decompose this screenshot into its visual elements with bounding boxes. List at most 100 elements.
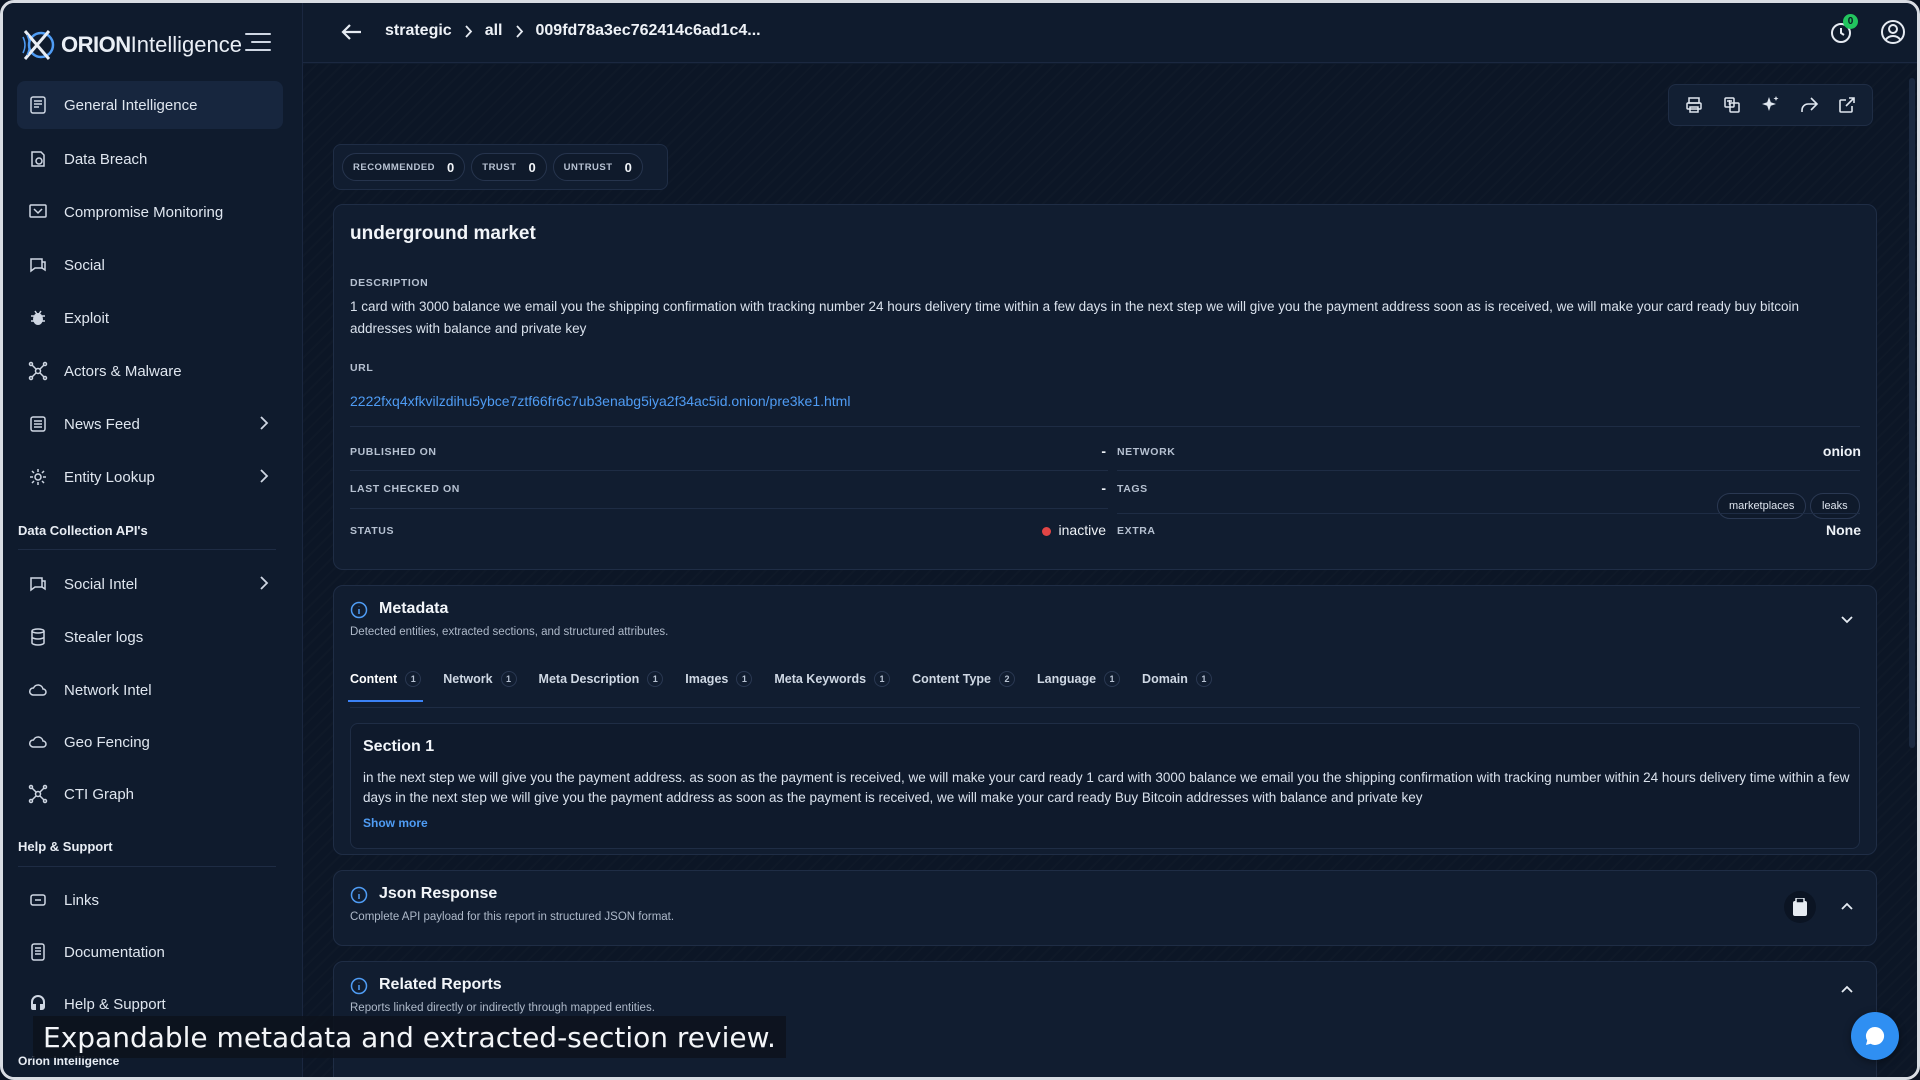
sidebar-item-social[interactable]: Social (17, 241, 283, 289)
tab-language[interactable]: Language 1 (1037, 664, 1121, 694)
sidebar-item-stealer-logs[interactable]: Stealer logs (17, 613, 283, 661)
json-response-subtitle: Complete API payload for this report in … (350, 911, 675, 923)
sidebar-item-compromise-monitoring[interactable]: Compromise Monitoring (17, 188, 283, 236)
sidebar-item-social-intel[interactable]: Social Intel (17, 560, 283, 608)
sidebar-item-label: Links (64, 891, 100, 909)
graph-icon (27, 783, 49, 805)
sidebar-item-data-breach[interactable]: Data Breach (17, 135, 283, 183)
gear-icon (27, 466, 49, 488)
sidebar-item-label: Social Intel (64, 575, 138, 593)
translate-icon[interactable] (1717, 90, 1747, 120)
sidebar-item-entity-lookup[interactable]: Entity Lookup (17, 453, 283, 501)
published-label: PUBLISHED ON (350, 446, 437, 458)
sidebar-item-label: CTI Graph (64, 785, 135, 803)
link-icon (27, 889, 49, 911)
chat-icon (27, 254, 49, 276)
network-value: onion (1822, 443, 1861, 459)
chat-icon (27, 573, 49, 595)
related-reports-subtitle: Reports linked directly or indirectly th… (350, 1002, 655, 1014)
sidebar-item-label: Network Intel (64, 681, 152, 699)
external-link-icon[interactable] (1832, 90, 1862, 120)
top-bar: strategic all 009fd78a3ec762414c6ad1c4..… (303, 3, 1917, 63)
user-avatar-icon[interactable] (1880, 19, 1908, 47)
divider (18, 549, 276, 550)
notifications-icon[interactable]: 0 (1828, 14, 1858, 47)
show-more-link[interactable]: Show more (363, 816, 428, 830)
chevron-right-icon (259, 416, 269, 435)
sidebar-item-exploit[interactable]: Exploit (17, 294, 283, 342)
print-icon[interactable] (1679, 90, 1709, 120)
back-arrow-icon[interactable] (339, 19, 365, 45)
share-icon[interactable] (1794, 90, 1824, 120)
url-label: URL (350, 362, 374, 374)
sidebar-item-general-intelligence[interactable]: General Intelligence (17, 81, 283, 129)
sidebar-item-actors-malware[interactable]: Actors & Malware (17, 347, 283, 395)
info-icon (350, 886, 368, 904)
sidebar-item-label: Exploit (64, 309, 110, 327)
status-value: inactive (934, 522, 1106, 538)
sidebar-item-network-intel[interactable]: Network Intel (17, 666, 283, 714)
sidebar-item-links[interactable]: Links (17, 876, 283, 924)
sidebar-item-label: Data Breach (64, 150, 148, 168)
divider (18, 866, 276, 867)
report-url-link[interactable]: 2222fxq4xfkvilzdihu5ybce7ztf66fr6c7ub3en… (350, 393, 850, 409)
stat-untrust[interactable]: UNTRUST 0 (552, 153, 643, 181)
tab-content-type[interactable]: Content Type 2 (912, 664, 1015, 694)
clipboard-icon[interactable] (1784, 891, 1816, 923)
sidebar-item-label: Stealer logs (64, 628, 144, 646)
tab-domain[interactable]: Domain 1 (1142, 664, 1212, 694)
chevron-right-icon (259, 469, 269, 488)
chevron-down-icon[interactable] (1835, 607, 1859, 631)
sidebar-item-label: Entity Lookup (64, 468, 155, 486)
sidebar-item-label: News Feed (64, 415, 140, 433)
brand-logo[interactable]: ORIONIntelligence (21, 25, 242, 65)
brand-name: ORIONIntelligence (61, 32, 242, 57)
tab-network[interactable]: Network 1 (443, 664, 517, 694)
stat-recommended[interactable]: RECOMMENDED 0 (342, 153, 466, 181)
metadata-subtitle: Detected entities, extracted sections, a… (350, 626, 669, 638)
json-response-card: Json Response Complete API payload for t… (333, 870, 1877, 946)
published-value: - (1101, 443, 1106, 459)
app-window: ORIONIntelligence General Intelligence D… (0, 0, 1920, 1080)
divider (350, 707, 1860, 708)
section-title: Section 1 (363, 738, 435, 755)
tab-images[interactable]: Images 1 (685, 664, 753, 694)
tab-content[interactable]: Content 1 (347, 664, 424, 702)
menu-toggle-icon[interactable] (245, 33, 273, 57)
sidebar-item-geo-fencing[interactable]: Geo Fencing (17, 718, 283, 766)
tag-chip[interactable]: leaks (1810, 493, 1860, 519)
report-title: underground market (350, 223, 536, 244)
orion-logo-icon (21, 27, 57, 63)
breadcrumb-item[interactable]: all (485, 22, 503, 40)
sidebar-item-cti-graph[interactable]: CTI Graph (17, 770, 283, 818)
chevron-right-icon (515, 24, 524, 38)
breadcrumb-item[interactable]: strategic (385, 22, 452, 40)
sidebar-item-news-feed[interactable]: News Feed (17, 400, 283, 448)
chevron-up-icon[interactable] (1835, 895, 1859, 919)
status-label: STATUS (350, 525, 395, 537)
tab-meta-keywords[interactable]: Meta Keywords 1 (774, 664, 891, 694)
metadata-tabs: Content 1 Network 1 Meta Description 1 Imag… (347, 664, 1234, 702)
chevron-up-icon[interactable] (1835, 978, 1859, 1002)
database-icon (27, 626, 49, 648)
notification-badge: 0 (1843, 14, 1858, 29)
sidebar-item-label: Help & Support (64, 995, 166, 1013)
sidebar-item-documentation[interactable]: Documentation (17, 928, 283, 976)
metadata-title: Metadata (379, 600, 449, 617)
breadcrumb-item-current: 009fd78a3ec762414c6ad1c4... (535, 22, 761, 39)
report-toolbar (1668, 84, 1873, 126)
stat-trust[interactable]: TRUST 0 (471, 153, 547, 181)
tag-chip[interactable]: marketplaces (1717, 493, 1807, 519)
scrollbar[interactable] (1909, 78, 1915, 748)
extra-label: EXTRA (1117, 525, 1156, 537)
tab-meta-description[interactable]: Meta Description 1 (539, 664, 664, 694)
sidebar-item-label: Geo Fencing (64, 733, 150, 751)
chevron-right-icon (464, 24, 473, 38)
sidebar: ORIONIntelligence General Intelligence D… (3, 3, 303, 1077)
caption-overlay: Expandable metadata and extracted-sectio… (33, 1016, 786, 1058)
support-icon (27, 993, 49, 1015)
chat-support-button[interactable] (1851, 1012, 1899, 1060)
status-dot-icon (1041, 526, 1051, 536)
ai-sparkle-icon[interactable] (1755, 90, 1785, 120)
report-description: 1 card with 3000 balance we email you th… (350, 299, 1799, 336)
